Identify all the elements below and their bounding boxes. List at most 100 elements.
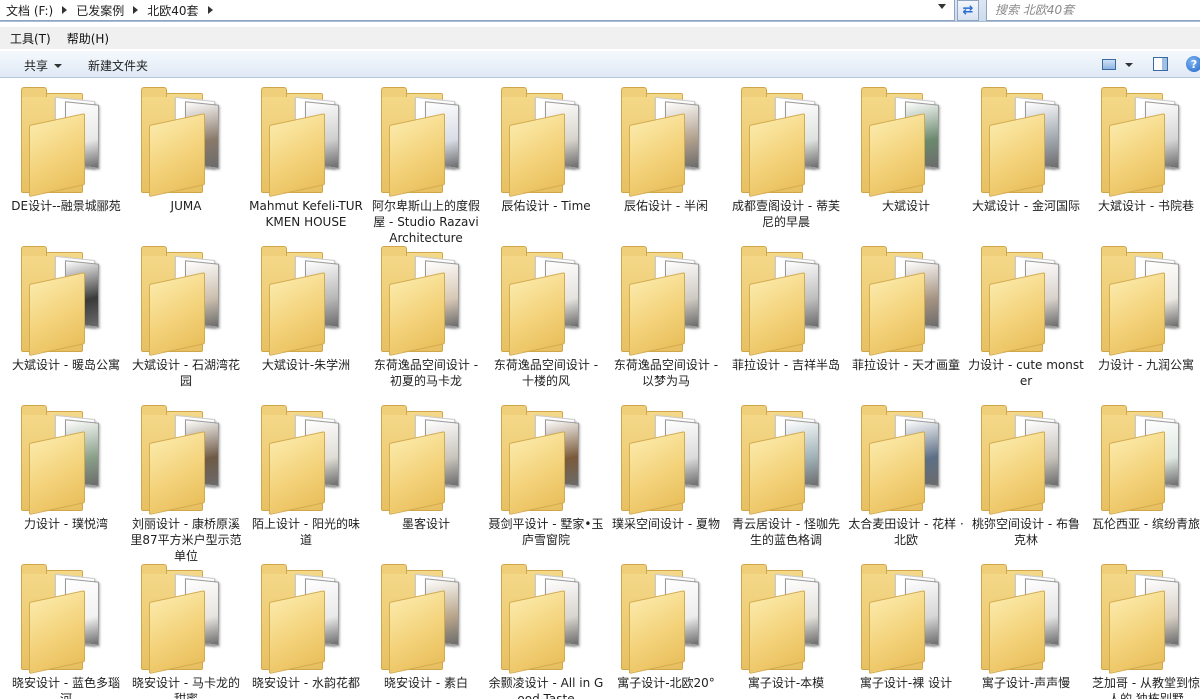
folder-icon bbox=[501, 564, 579, 674]
folder-item[interactable]: 晓安设计 - 素白 bbox=[366, 561, 486, 699]
folder-item[interactable]: 余颢凌设计 - All in Good Taste bbox=[486, 561, 606, 699]
folder-label: 太合麦田设计 - 花样 · 北欧 bbox=[848, 517, 964, 547]
folder-item[interactable]: 辰佑设计 - 半闲 bbox=[606, 84, 726, 243]
folder-item[interactable]: 大斌设计 - 书院巷 bbox=[1086, 84, 1200, 243]
folder-front bbox=[149, 113, 205, 197]
folder-item[interactable]: Mahmut Kefeli-TURKMEN HOUSE bbox=[246, 84, 366, 243]
folder-item[interactable]: 辰佑设计 - Time bbox=[486, 84, 606, 243]
folder-item[interactable]: 阿尔卑斯山上的度假屋 - Studio Razavi Architecture bbox=[366, 84, 486, 245]
folder-item[interactable]: 璞采空间设计 - 夏物 bbox=[606, 402, 726, 561]
folder-tab bbox=[861, 405, 887, 415]
folder-icon bbox=[1101, 405, 1179, 515]
folder-item[interactable]: 东荷逸品空间设计 - 以梦为马 bbox=[606, 243, 726, 402]
folder-item[interactable]: 太合麦田设计 - 花样 · 北欧 bbox=[846, 402, 966, 561]
folder-item[interactable]: 力设计 - 九润公寓 bbox=[1086, 243, 1200, 402]
menu-help[interactable]: 帮助(H) bbox=[67, 30, 109, 47]
folder-item[interactable]: 墨客设计 bbox=[366, 402, 486, 561]
folder-item[interactable]: 寓子设计-裸 设计 bbox=[846, 561, 966, 699]
breadcrumb-folder[interactable]: 已发案例 bbox=[76, 2, 124, 19]
folder-tab bbox=[981, 564, 1007, 574]
folder-label: 大斌设计 - 书院巷 bbox=[1098, 199, 1194, 213]
folder-label: 寓子设计-本模 bbox=[747, 676, 825, 690]
folder-icon bbox=[621, 405, 699, 515]
folder-item[interactable]: 寓子设计-声声慢 bbox=[966, 561, 1086, 699]
folder-grid: DE设计--融景城郦苑 JUMA Mahmut Kefeli-TURKMEN HOU… bbox=[6, 84, 1200, 699]
folder-icon bbox=[141, 564, 219, 674]
folder-item[interactable]: 陌上设计 - 阳光的味道 bbox=[246, 402, 366, 561]
folder-label: 青云居设计 - 怪咖先生的蓝色格调 bbox=[732, 517, 840, 547]
folder-item[interactable]: 晓安设计 - 马卡龙的甜蜜 bbox=[126, 561, 246, 699]
breadcrumb-chevron-icon[interactable] bbox=[133, 6, 139, 14]
folder-label: 大斌设计-朱学洲 bbox=[261, 358, 351, 372]
refresh-button[interactable]: ⇄ bbox=[957, 0, 979, 21]
folder-item[interactable]: 大斌设计 - 石湖湾花园 bbox=[126, 243, 246, 402]
folder-item[interactable]: 聂剑平设计 - 墅家•玉庐雪窗院 bbox=[486, 402, 606, 561]
folder-label: 桃弥空间设计 - 布鲁克林 bbox=[972, 517, 1080, 547]
folder-item[interactable]: 青云居设计 - 怪咖先生的蓝色格调 bbox=[726, 402, 846, 561]
folder-item[interactable]: 瓦伦西亚 - 缤纷青旅 bbox=[1086, 402, 1200, 561]
folder-front bbox=[869, 272, 925, 356]
folder-label: 寓子设计-北欧20° bbox=[617, 676, 715, 690]
folder-label: 辰佑设计 - Time bbox=[501, 199, 591, 213]
folder-tab bbox=[621, 246, 647, 256]
folder-item[interactable]: 力设计 - 璞悦湾 bbox=[6, 402, 126, 561]
address-bar[interactable]: 文档 (F:) 已发案例 北欧40套 bbox=[0, 0, 955, 21]
folder-item[interactable]: 桃弥空间设计 - 布鲁克林 bbox=[966, 402, 1086, 561]
folder-item[interactable]: 菲拉设计 - 吉祥半岛 bbox=[726, 243, 846, 402]
folder-label: 余颢凌设计 - All in Good Taste bbox=[488, 676, 604, 699]
folder-item[interactable]: 东荷逸品空间设计 - 初夏的马卡龙 bbox=[366, 243, 486, 402]
help-icon[interactable]: ? bbox=[1186, 56, 1200, 72]
folder-icon bbox=[141, 405, 219, 515]
folder-front bbox=[149, 590, 205, 674]
folder-item[interactable]: 成都壹阁设计 - 蒂芙尼的早晨 bbox=[726, 84, 846, 243]
breadcrumb-chevron-icon[interactable] bbox=[62, 6, 68, 14]
folder-icon bbox=[141, 246, 219, 356]
folder-label: 聂剑平设计 - 墅家•玉庐雪窗院 bbox=[488, 517, 604, 547]
breadcrumb-drive[interactable]: 文档 (F:) bbox=[6, 2, 53, 19]
folder-item[interactable]: 刘丽设计 - 康桥原溪里87平方米户型示范单位 bbox=[126, 402, 246, 563]
view-dropdown-icon[interactable] bbox=[1125, 63, 1133, 67]
folder-icon bbox=[1101, 246, 1179, 356]
folder-item[interactable]: 寓子设计-本模 bbox=[726, 561, 846, 699]
folder-tab bbox=[21, 564, 47, 574]
new-folder-button[interactable]: 新建文件夹 bbox=[88, 57, 148, 74]
folder-label: JUMA bbox=[170, 199, 202, 213]
folder-icon bbox=[261, 246, 339, 356]
folder-icon bbox=[981, 246, 1059, 356]
menu-tools[interactable]: 工具(T) bbox=[10, 30, 51, 47]
folder-item[interactable]: 菲拉设计 - 天才画童 bbox=[846, 243, 966, 402]
search-input[interactable] bbox=[995, 3, 1195, 17]
folder-tab bbox=[741, 564, 767, 574]
folder-icon bbox=[621, 87, 699, 197]
folder-icon bbox=[381, 405, 459, 515]
breadcrumb-chevron-icon[interactable] bbox=[207, 6, 213, 14]
breadcrumb-current[interactable]: 北欧40套 bbox=[147, 2, 198, 19]
view-options-icon[interactable] bbox=[1102, 59, 1116, 70]
folder-icon bbox=[21, 87, 99, 197]
folder-item[interactable]: 东荷逸品空间设计 - 十楼的风 bbox=[486, 243, 606, 402]
folder-item[interactable]: 大斌设计-朱学洲 bbox=[246, 243, 366, 402]
folder-item[interactable]: 力设计 - cute monster bbox=[966, 243, 1086, 402]
refresh-icon: ⇄ bbox=[962, 3, 974, 18]
folder-label: 阿尔卑斯山上的度假屋 - Studio Razavi Architecture bbox=[371, 199, 480, 245]
folder-front bbox=[29, 431, 85, 515]
folder-item[interactable]: 大斌设计 - 暖岛公寓 bbox=[6, 243, 126, 402]
preview-pane-icon[interactable] bbox=[1153, 57, 1168, 71]
folder-item[interactable]: 芝加哥 - 从教堂到惊人的,独栋别墅 bbox=[1086, 561, 1200, 699]
folder-item[interactable]: 晓安设计 - 水韵花都 bbox=[246, 561, 366, 699]
command-bar: 共享 新建文件夹 ? bbox=[0, 50, 1200, 78]
folder-item[interactable]: JUMA bbox=[126, 84, 246, 243]
share-button[interactable]: 共享 bbox=[24, 57, 63, 74]
folder-item[interactable]: 大斌设计 bbox=[846, 84, 966, 243]
search-box[interactable] bbox=[986, 0, 1200, 21]
folder-item[interactable]: DE设计--融景城郦苑 bbox=[6, 84, 126, 243]
address-dropdown-icon[interactable] bbox=[938, 4, 946, 9]
folder-label: 晓安设计 - 素白 bbox=[384, 676, 468, 690]
folder-item[interactable]: 大斌设计 - 金河国际 bbox=[966, 84, 1086, 243]
folder-tab bbox=[1101, 564, 1127, 574]
folder-item[interactable]: 晓安设计 - 蓝色多瑙河 bbox=[6, 561, 126, 699]
folder-tab bbox=[861, 87, 887, 97]
folder-item[interactable]: 寓子设计-北欧20° bbox=[606, 561, 726, 699]
folder-label: 寓子设计-声声慢 bbox=[981, 676, 1071, 690]
folder-label: 晓安设计 - 蓝色多瑙河 bbox=[12, 676, 120, 699]
